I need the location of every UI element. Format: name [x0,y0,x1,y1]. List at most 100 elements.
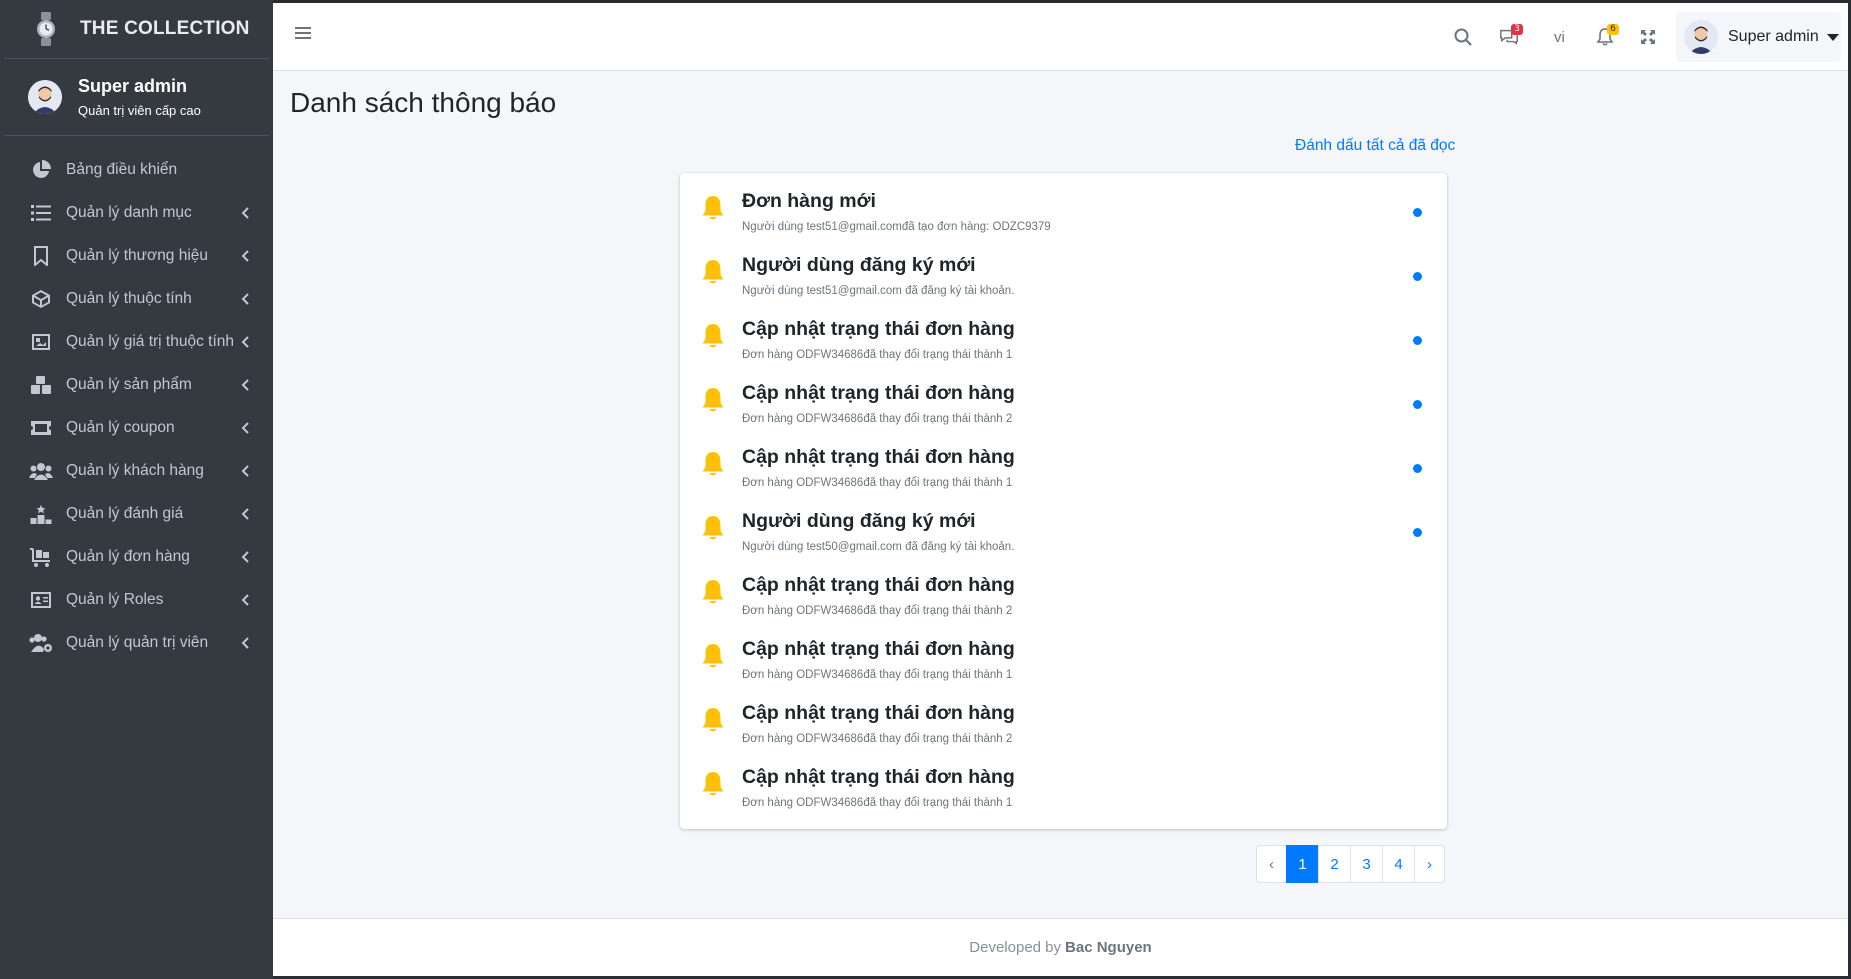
sidebar-item-coupons[interactable]: Quản lý coupon [0,406,273,449]
user-role: Quản trị viên cấp cao [78,103,201,118]
notification-item[interactable]: Đơn hàng mới Người dùng test51@gmail.comđ… [680,179,1447,243]
bell-icon [700,194,726,222]
pagination-prev-button[interactable]: ‹ [1256,845,1287,883]
pagination-page-button[interactable]: 2 [1318,845,1351,883]
notification-description: Đơn hàng ODFW34686đã thay đổi trạng thái… [742,669,1013,681]
notification-description: Đơn hàng ODFW34686đã thay đổi trạng thái… [742,477,1013,489]
sidebar-item-label: Quản lý coupon [66,418,175,436]
watch-logo-icon [32,12,60,46]
sidebar-item-label: Quản lý đơn hàng [66,547,190,565]
sidebar-item-customers[interactable]: Quản lý khách hàng [0,449,273,492]
list-icon [28,202,54,224]
sidebar: THE COLLECTION Super admin Quản trị viên… [0,0,273,979]
pagination-page-button[interactable]: 3 [1350,845,1383,883]
bell-icon [700,514,726,542]
sidebar-item-brands[interactable]: Quản lý thương hiệu [0,234,273,277]
notification-item[interactable]: Cập nhật trạng thái đơn hàng Đơn hàng ODF… [680,691,1447,755]
bell-icon[interactable]: 6 [1595,24,1619,47]
notification-item[interactable]: Người dùng đăng ký mới Người dùng test50@… [680,499,1447,563]
sidebar-item-label: Quản lý thương hiệu [66,246,209,264]
bell-icon [700,322,726,350]
unread-indicator [1413,464,1422,473]
sidebar-item-admins[interactable]: Quản lý quản trị viên [0,621,273,664]
notification-title: Cập nhật trạng thái đơn hàng [742,446,1015,468]
sidebar-item-dashboard[interactable]: Bảng điều khiển [0,148,273,191]
bell-icon [700,770,726,798]
bell-icon [700,578,726,606]
notification-item[interactable]: Cập nhật trạng thái đơn hàng Đơn hàng ODF… [680,307,1447,371]
notification-description: Đơn hàng ODFW34686đã thay đổi trạng thái… [742,733,1013,745]
sidebar-item-attribute-values[interactable]: Quản lý giá trị thuộc tính [0,320,273,363]
notification-description: Đơn hàng ODFW34686đã thay đổi trạng thái… [742,605,1013,617]
bell-icon [700,706,726,734]
notification-title: Cập nhật trạng thái đơn hàng [742,702,1015,724]
brand-name: THE COLLECTION [80,18,250,39]
search-icon[interactable] [1453,27,1473,47]
notification-title: Người dùng đăng ký mới [742,510,976,532]
mark-all-read-link[interactable]: Đánh dấu tất cả đã đọc [1295,137,1455,155]
messages-count-badge: 3 [1511,24,1523,35]
notification-description: Người dùng test51@gmail.comđã tạo đơn hà… [742,221,1051,233]
footer-prefix: Developed by [969,939,1062,956]
main-content: Danh sách thông báo Đánh dấu tất cả đã đ… [273,71,1848,918]
chevron-left-icon [239,206,251,219]
notification-item[interactable]: Cập nhật trạng thái đơn hàng Đơn hàng ODF… [680,755,1447,819]
user-menu-name: Super admin [1728,28,1819,45]
sidebar-item-label: Quản lý khách hàng [66,461,204,479]
sidebar-item-products[interactable]: Quản lý sản phẩm [0,363,273,406]
boxes-icon [28,374,54,396]
pagination-next-button[interactable]: › [1414,845,1445,883]
sidebar-item-roles[interactable]: Quản lý Roles [0,578,273,621]
chevron-left-icon [239,292,251,305]
bookmark-icon [28,245,54,267]
sidebar-item-attributes[interactable]: Quản lý thuộc tính [0,277,273,320]
cube-icon [28,288,54,310]
sidebar-item-label: Quản lý quản trị viên [66,633,209,651]
notification-item[interactable]: Cập nhật trạng thái đơn hàng Đơn hàng ODF… [680,563,1447,627]
unread-indicator [1413,336,1422,345]
pie-chart-icon [28,159,54,181]
fullscreen-icon[interactable] [1638,27,1658,47]
user-menu-dropdown[interactable]: Super admin [1676,12,1841,62]
language-switcher[interactable]: vi [1554,29,1565,46]
chevron-left-icon [239,249,251,262]
users-icon [28,460,54,482]
notifications-count-badge: 6 [1607,24,1619,35]
unread-indicator [1413,528,1422,537]
sidebar-item-orders[interactable]: Quản lý đơn hàng [0,535,273,578]
sidebar-item-categories[interactable]: Quản lý danh mục [0,191,273,234]
chevron-left-icon [239,464,251,477]
notification-item[interactable]: Cập nhật trạng thái đơn hàng Đơn hàng ODF… [680,435,1447,499]
menu-toggle-icon[interactable] [295,26,313,44]
notification-title: Người dùng đăng ký mới [742,254,976,276]
chevron-left-icon [239,378,251,391]
sidebar-item-label: Quản lý danh mục [66,203,192,221]
top-navbar: 3 vi 6 Super admin [273,3,1848,71]
messages-icon[interactable]: 3 [1499,24,1523,47]
sidebar-item-label: Quản lý sản phẩm [66,375,192,393]
sidebar-item-label: Bảng điều khiển [66,160,178,178]
bell-icon [700,450,726,478]
pagination-page-button[interactable]: 4 [1382,845,1415,883]
user-panel[interactable]: Super admin Quản trị viên cấp cao [4,59,269,136]
notification-title: Cập nhật trạng thái đơn hàng [742,574,1015,596]
pagination-page-button[interactable]: 1 [1286,845,1319,883]
notification-title: Đơn hàng mới [742,190,876,212]
image-icon [28,331,54,353]
avatar [1684,20,1718,54]
notification-description: Đơn hàng ODFW34686đã thay đổi trạng thái… [742,349,1013,361]
notification-list: Đơn hàng mới Người dùng test51@gmail.comđ… [680,173,1447,829]
notification-title: Cập nhật trạng thái đơn hàng [742,766,1015,788]
notification-description: Đơn hàng ODFW34686đã thay đổi trạng thái… [742,797,1013,809]
sidebar-item-reviews[interactable]: Quản lý đánh giá [0,492,273,535]
notification-item[interactable]: Cập nhật trạng thái đơn hàng Đơn hàng ODF… [680,627,1447,691]
sidebar-item-label: Quản lý giá trị thuộc tính [66,332,235,350]
cart-icon [28,546,54,568]
chevron-left-icon [239,550,251,563]
notification-title: Cập nhật trạng thái đơn hàng [742,638,1015,660]
notification-item[interactable]: Người dùng đăng ký mới Người dùng test51@… [680,243,1447,307]
notification-item[interactable]: Cập nhật trạng thái đơn hàng Đơn hàng ODF… [680,371,1447,435]
chevron-left-icon [239,335,251,348]
notification-description: Người dùng test51@gmail.com đã đăng ký t… [742,285,1015,297]
brand[interactable]: THE COLLECTION [4,0,269,59]
